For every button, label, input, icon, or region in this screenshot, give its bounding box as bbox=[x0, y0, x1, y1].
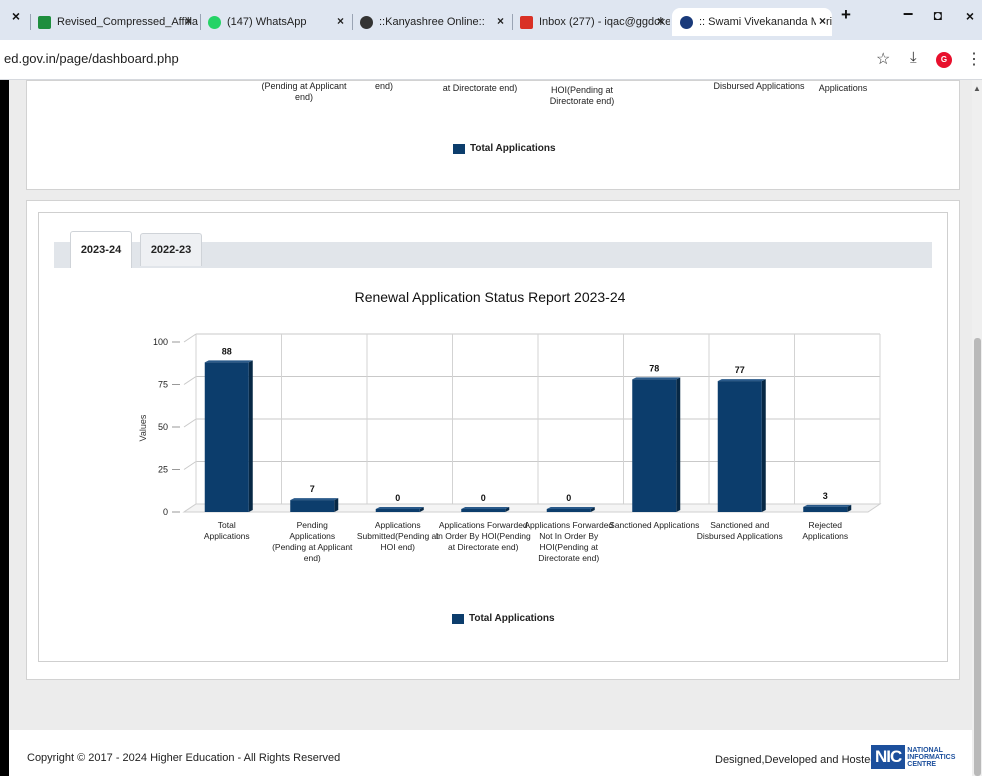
bar bbox=[803, 506, 848, 512]
hosted-by-text: Designed,Developed and Hosted by : bbox=[715, 754, 898, 766]
page-footer: Copyright © 2017 - 2024 Higher Education… bbox=[9, 730, 972, 776]
bar-top bbox=[461, 507, 510, 509]
bar bbox=[204, 362, 249, 512]
gridline-floor bbox=[183, 376, 197, 385]
y-tick-label: 100 bbox=[153, 337, 168, 347]
bar-top bbox=[632, 377, 681, 380]
bar-side bbox=[676, 377, 681, 512]
data-label: 78 bbox=[649, 363, 659, 373]
bar bbox=[546, 509, 591, 512]
bar bbox=[290, 500, 335, 512]
bar-side bbox=[334, 498, 339, 512]
bar-top bbox=[375, 507, 424, 509]
data-label: 77 bbox=[735, 365, 745, 375]
gridline-floor bbox=[183, 333, 197, 343]
data-label: 0 bbox=[566, 493, 571, 503]
x-tick-label: Applications Forwarded In Order By HOI(Pe… bbox=[436, 520, 531, 552]
x-tick-label: Applications Submitted(Pending at HOI end) bbox=[357, 520, 439, 552]
y-tick-label: 75 bbox=[158, 380, 168, 390]
bar-top bbox=[803, 504, 852, 507]
legend-swatch bbox=[452, 613, 464, 624]
data-label: 0 bbox=[395, 493, 400, 503]
x-tick-label: Sanctioned Applications bbox=[609, 520, 699, 530]
y-axis-label: Values bbox=[138, 414, 148, 441]
scroll-up-arrow-icon[interactable]: ▲ bbox=[973, 84, 981, 93]
bar bbox=[375, 509, 420, 512]
x-tick-label: Pending Applications (Pending at Applicant… bbox=[272, 520, 353, 563]
nic-logo-text: NATIONAL INFORMATICS CENTRE bbox=[907, 746, 956, 768]
bar-side bbox=[761, 379, 766, 512]
data-label: 88 bbox=[222, 346, 232, 356]
x-tick-label: Rejected Applications bbox=[802, 520, 848, 541]
legend-label: Total Applications bbox=[469, 613, 555, 624]
bar bbox=[461, 509, 506, 512]
y-tick-label: 0 bbox=[163, 507, 168, 517]
nic-logo-mark: NIC bbox=[871, 745, 906, 769]
bar-top bbox=[290, 498, 339, 501]
x-tick-label: Total Applications bbox=[204, 520, 250, 541]
chart-legend[interactable]: Total Applications bbox=[452, 613, 555, 624]
chart-floor bbox=[182, 503, 882, 513]
gridline-floor bbox=[183, 461, 197, 470]
bar-top bbox=[546, 507, 595, 509]
nic-logo[interactable]: NIC NATIONAL INFORMATICS CENTRE bbox=[871, 743, 971, 771]
data-label: 7 bbox=[310, 484, 315, 494]
bar bbox=[632, 379, 677, 512]
scrollbar-thumb[interactable] bbox=[974, 338, 981, 776]
x-tick-label: Sanctioned and Disbursed Applications bbox=[697, 520, 783, 541]
data-label: 3 bbox=[823, 491, 828, 501]
copyright-text: Copyright © 2017 - 2024 Higher Education… bbox=[27, 752, 341, 764]
bar-top bbox=[717, 379, 766, 382]
renewal-status-bar-chart: 0 25 50 75 100 Values 88 Total Applications 7 Pend… bbox=[138, 333, 882, 563]
gridline-floor bbox=[183, 418, 197, 428]
bar bbox=[717, 381, 762, 512]
y-tick-label: 25 bbox=[158, 465, 168, 475]
data-label: 0 bbox=[481, 493, 486, 503]
bar-side bbox=[248, 360, 253, 512]
y-tick-label: 50 bbox=[158, 422, 168, 432]
bar-top bbox=[204, 360, 253, 363]
x-tick-label: Applications Forwarded Not In Order By HOI… bbox=[524, 520, 613, 563]
